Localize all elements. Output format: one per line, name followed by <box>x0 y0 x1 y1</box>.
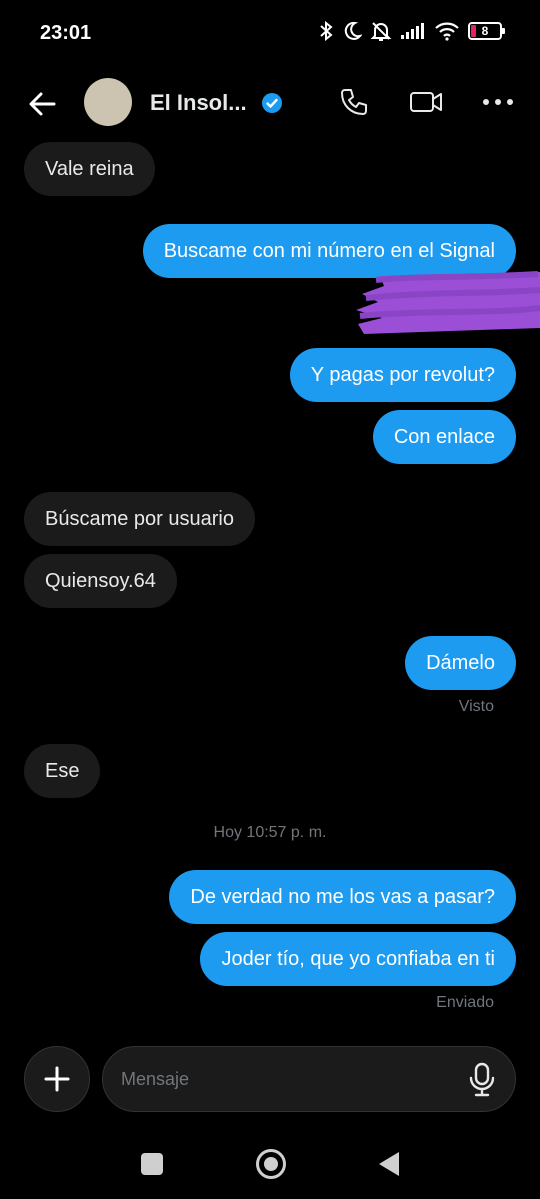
sent-status: Enviado <box>436 994 494 1011</box>
status-icons: 8 <box>318 20 505 42</box>
video-icon[interactable] <box>408 84 444 120</box>
message-outgoing[interactable]: Joder tío, que yo confiaba en ti <box>200 932 516 986</box>
recent-apps-button[interactable] <box>141 1153 163 1175</box>
moon-icon <box>344 21 362 40</box>
home-button[interactable] <box>256 1149 286 1179</box>
message-composer <box>102 1046 516 1112</box>
message-outgoing[interactable]: Dámelo <box>405 636 516 690</box>
bell-off-icon <box>370 22 392 41</box>
verified-badge-icon <box>262 93 282 113</box>
message-outgoing[interactable]: Y pagas por revolut? <box>289 348 516 402</box>
battery-icon: 8 <box>468 22 505 40</box>
nav-back-icon[interactable] <box>377 1150 401 1178</box>
battery-level: 8 <box>481 24 489 38</box>
message-input[interactable] <box>121 1047 441 1111</box>
phone-icon[interactable] <box>336 84 372 120</box>
signal-icon <box>401 23 424 39</box>
message-incoming[interactable]: Quiensoy.64 <box>24 554 177 608</box>
conversation-header: El Insol... <box>0 70 540 136</box>
microphone-icon[interactable] <box>465 1061 499 1097</box>
status-time: 23:01 <box>40 22 92 44</box>
message-outgoing[interactable]: Con enlace <box>372 410 516 464</box>
message-incoming[interactable]: Vale reina <box>24 142 155 196</box>
avatar[interactable] <box>84 78 132 126</box>
back-arrow-icon[interactable] <box>24 86 60 122</box>
message-incoming[interactable]: Búscame por usuario <box>24 492 255 546</box>
message-incoming[interactable]: Ese <box>24 744 101 798</box>
more-icon[interactable] <box>480 84 516 120</box>
add-attachment-button[interactable] <box>24 1046 90 1112</box>
redacted-message <box>356 271 540 334</box>
bluetooth-icon <box>320 20 333 42</box>
plus-icon <box>44 1066 70 1092</box>
contact-name[interactable]: El Insol... <box>150 90 247 116</box>
message-outgoing[interactable]: De verdad no me los vas a pasar? <box>169 870 516 924</box>
status-bar: 23:01 8 <box>0 0 540 66</box>
timestamp: Hoy 10:57 p. m. <box>213 824 327 841</box>
seen-status: Visto <box>458 698 494 715</box>
wifi-icon <box>435 22 459 41</box>
